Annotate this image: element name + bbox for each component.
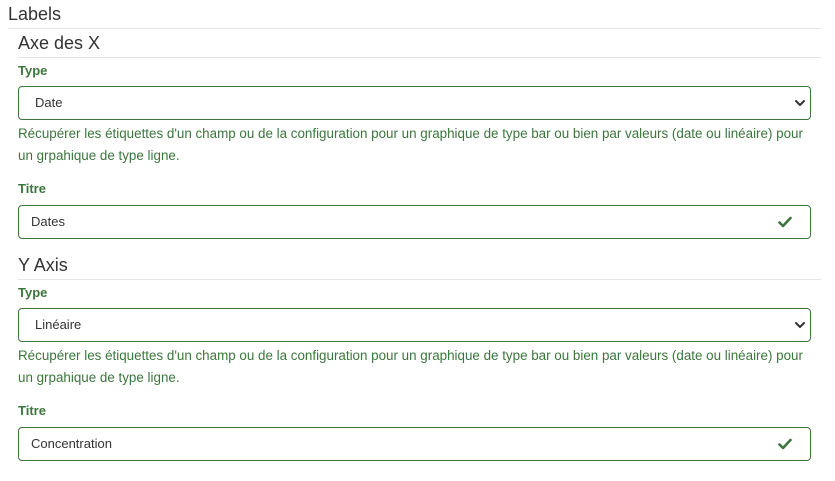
y-axis-type-select[interactable]: Linéaire [18,308,811,342]
x-axis-type-label: Type [18,63,48,78]
labels-divider [8,28,821,29]
x-axis-titre-input[interactable]: Dates [18,205,811,239]
check-icon [778,216,792,228]
y-axis-type-value: Linéaire [35,317,82,332]
y-axis-titre-input[interactable]: Concentration [18,427,811,461]
chevron-down-icon [795,322,805,328]
x-axis-titre-label: Titre [18,181,46,196]
x-axis-divider [18,57,821,58]
y-axis-divider [18,279,821,280]
x-axis-type-help: Récupérer les étiquettes d'un champ ou d… [18,126,803,163]
x-axis-type-value: Date [35,95,63,110]
labels-legend: Labels [8,4,62,24]
x-axis-titre-value: Dates [31,214,65,229]
x-axis-type-select[interactable]: Date [18,86,811,120]
y-axis-titre-value: Concentration [31,436,112,451]
x-axis-title: Axe des X [18,33,101,53]
y-axis-type-help: Récupérer les étiquettes d'un champ ou d… [18,348,803,385]
chevron-down-icon [795,100,805,106]
check-icon [778,438,792,450]
y-axis-titre-label: Titre [18,403,46,418]
y-axis-type-label: Type [18,285,48,300]
y-axis-title: Y Axis [18,255,68,275]
